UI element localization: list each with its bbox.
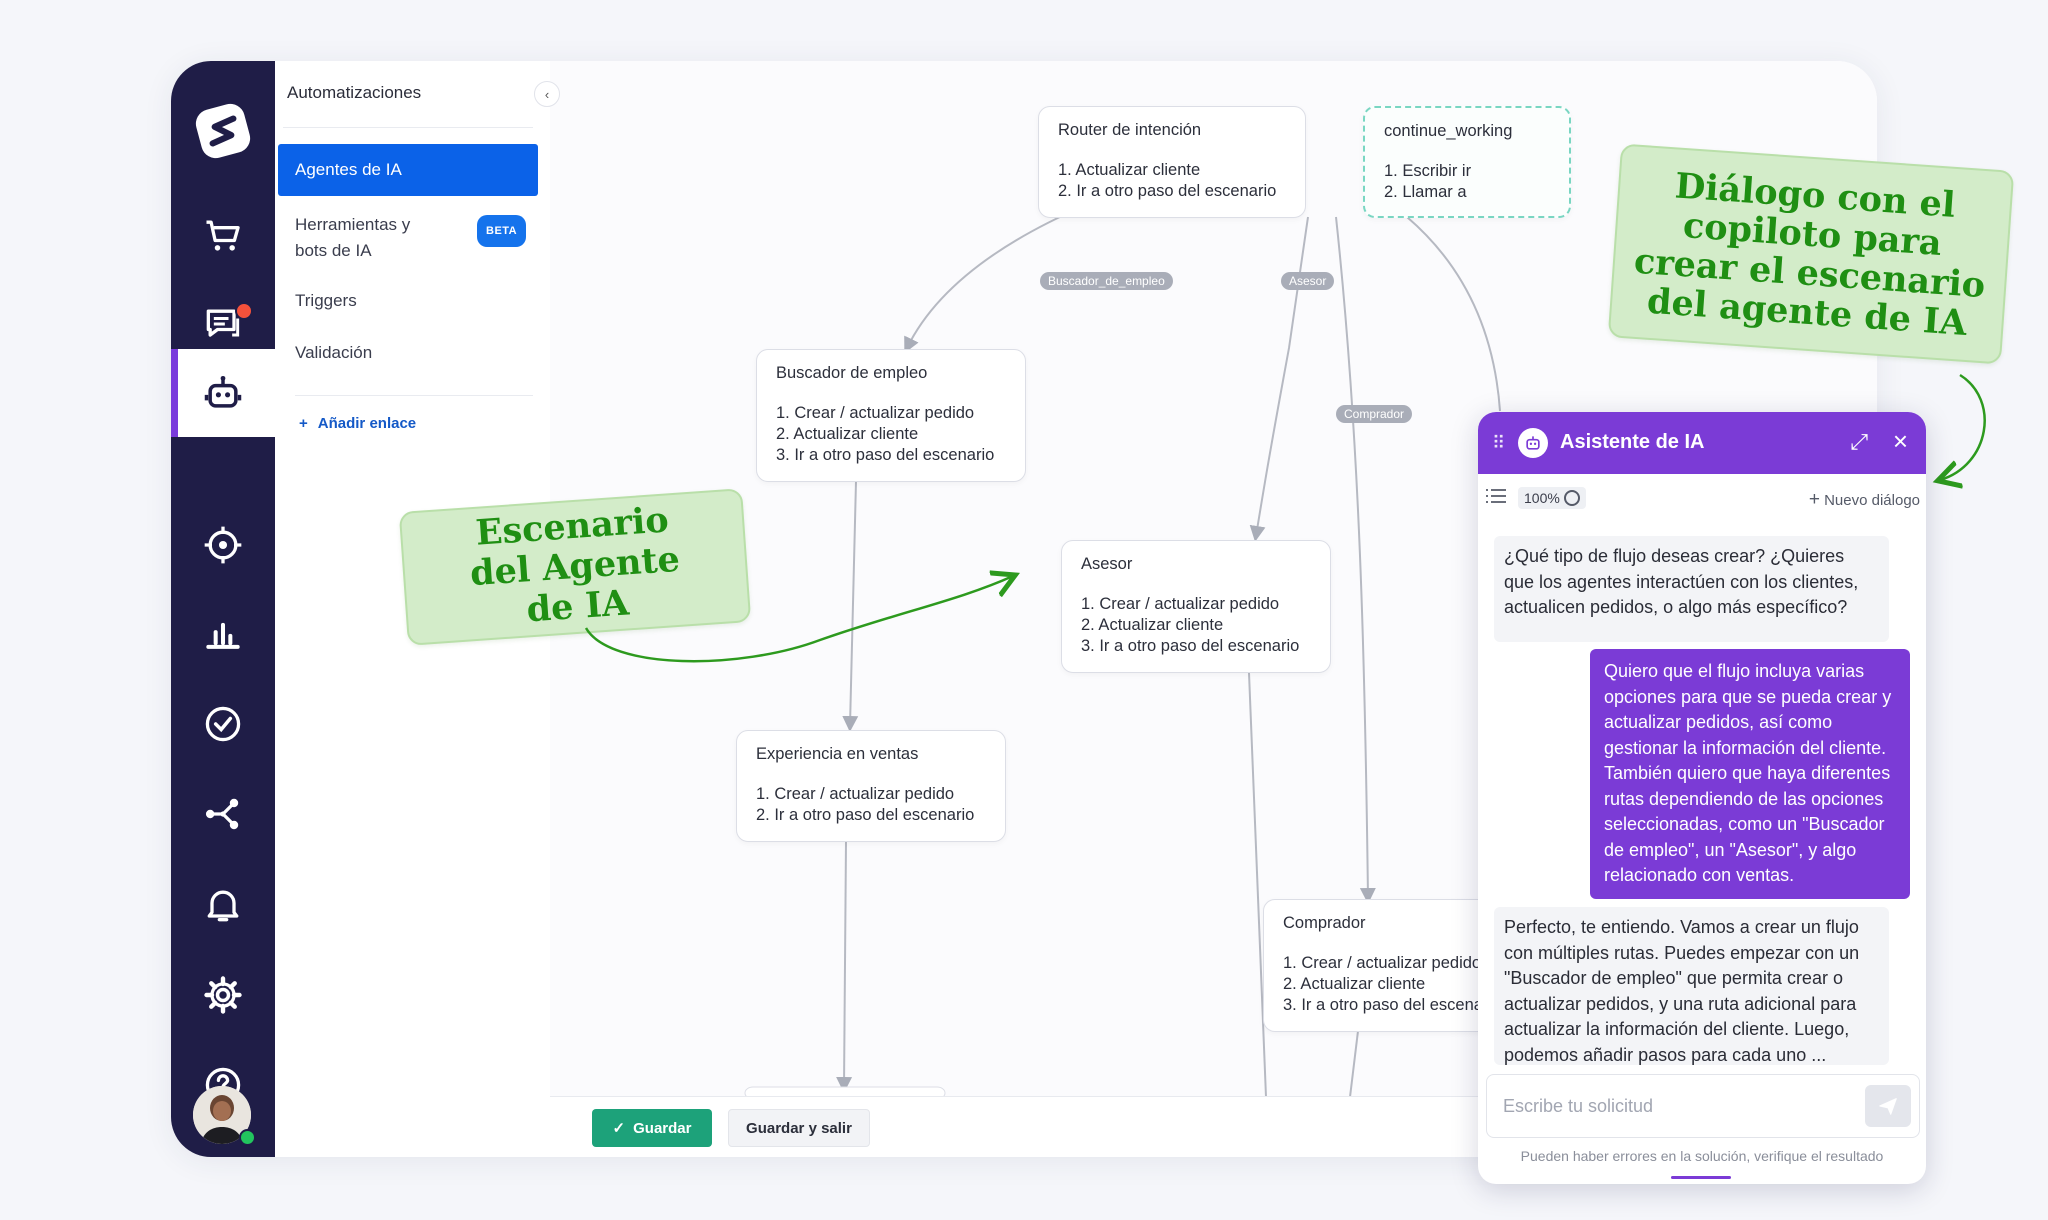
save-exit-button[interactable]: Guardar y salir bbox=[728, 1109, 870, 1147]
new-dialog-label: Nuevo diálogo bbox=[1824, 492, 1920, 509]
gear-icon[interactable] bbox=[171, 957, 275, 1033]
note-text: Diálogo con el copiloto para crear el es… bbox=[1632, 165, 1987, 344]
robot-icon[interactable] bbox=[171, 349, 275, 437]
target-icon[interactable] bbox=[171, 507, 275, 583]
edge-router-right bbox=[1406, 216, 1501, 412]
sidebar-item-validation[interactable]: Validación bbox=[278, 340, 538, 366]
node-title: Router de intención bbox=[1058, 121, 1202, 139]
chart-icon[interactable] bbox=[171, 596, 275, 672]
send-button[interactable] bbox=[1865, 1085, 1911, 1127]
chat-message-user: Quiero que el flujo incluya varias opcio… bbox=[1590, 649, 1910, 899]
assistant-header: ⠿ Asistente de IA ⤢ × bbox=[1478, 412, 1926, 474]
close-icon[interactable]: × bbox=[1893, 426, 1908, 457]
node-title: continue_working bbox=[1384, 122, 1513, 140]
chat-message-bot: ¿Qué tipo de flujo deseas crear? ¿Quiere… bbox=[1494, 536, 1889, 642]
edge-buscador-experiencia bbox=[842, 480, 859, 732]
robot-icon bbox=[1518, 428, 1548, 458]
node-step: 1. Escribir ir bbox=[1384, 162, 1472, 180]
circle-icon bbox=[1563, 490, 1580, 506]
node-router[interactable]: Router de intención 1. Actualizar client… bbox=[1038, 106, 1306, 218]
sidebar-item-ai-agents[interactable]: Agentes de IA bbox=[278, 144, 538, 196]
logo-icon[interactable] bbox=[171, 89, 275, 173]
save-label: Guardar bbox=[633, 1119, 692, 1137]
node-buscador[interactable]: Buscador de empleo 1. Crear / actualizar… bbox=[756, 349, 1026, 482]
message-text: Quiero que el flujo incluya varias opcio… bbox=[1604, 661, 1892, 885]
check-icon: ✓ bbox=[612, 1120, 626, 1137]
assistant-title: Asistente de IA bbox=[1560, 431, 1705, 453]
divider bbox=[295, 395, 533, 396]
plus-icon: + bbox=[299, 415, 308, 432]
scroll-indicator bbox=[1671, 1176, 1731, 1179]
node-asesor[interactable]: Asesor 1. Crear / actualizar pedido 2. A… bbox=[1061, 540, 1331, 673]
node-step: 1. Crear / actualizar pedido bbox=[776, 404, 975, 422]
list-icon[interactable] bbox=[1486, 488, 1506, 504]
note-text: Escenario del Agente de IA bbox=[468, 499, 682, 631]
node-step: 2. Actualizar cliente bbox=[1081, 616, 1224, 634]
share-icon[interactable] bbox=[171, 776, 275, 852]
annotation-note-copilot: Diálogo con el copiloto para crear el es… bbox=[1607, 143, 2015, 365]
arrow-copilot bbox=[1940, 373, 1986, 480]
node-title: Experiencia en ventas bbox=[756, 745, 919, 763]
node-step: 1. Crear / actualizar pedido bbox=[1081, 595, 1280, 613]
notification-dot bbox=[235, 302, 253, 320]
add-link-label: Añadir enlace bbox=[317, 415, 417, 432]
edge-router-comprador bbox=[1335, 216, 1376, 904]
node-step: 3. Ir a otro paso del escenario bbox=[1081, 637, 1300, 655]
ai-assistant-panel: ⠿ Asistente de IA ⤢ × 100% + Nuevo diálo… bbox=[1478, 412, 1926, 1184]
sidebar-item-label: Herramientas y bots de IA bbox=[295, 215, 411, 260]
new-dialog-button[interactable]: + Nuevo diálogo bbox=[1809, 489, 1920, 511]
sidebar-item-label: Agentes de IA bbox=[295, 160, 402, 179]
edge-label-asesor: Asesor bbox=[1281, 272, 1335, 290]
annotation-note-scenario: Escenario del Agente de IA bbox=[398, 488, 752, 646]
node-experiencia[interactable]: Experiencia en ventas 1. Crear / actuali… bbox=[736, 730, 1006, 842]
node-step: 1. Actualizar cliente bbox=[1058, 161, 1201, 179]
node-step: 2. Ir a otro paso del escenario bbox=[1058, 182, 1277, 200]
expand-icon[interactable]: ⤢ bbox=[1850, 429, 1868, 455]
node-title: Asesor bbox=[1081, 555, 1133, 573]
beta-badge: BETA bbox=[477, 215, 527, 247]
edge-label-comprador: Comprador bbox=[1336, 405, 1413, 423]
node-step: 3. Ir a otro paso del escenario bbox=[776, 446, 995, 464]
node-step: 2. Actualizar cliente bbox=[776, 425, 919, 443]
sidebar-item-label: Validación bbox=[295, 343, 373, 362]
plus-icon: + bbox=[1808, 489, 1820, 510]
chevron-left-icon: ‹ bbox=[544, 86, 550, 102]
icon-rail bbox=[171, 61, 275, 1157]
edge-label-buscador: Buscador_de_empleo bbox=[1040, 272, 1173, 290]
sidebar-item-triggers[interactable]: Triggers bbox=[278, 288, 538, 314]
edge-experiencia-next bbox=[836, 840, 853, 1093]
divider bbox=[283, 127, 533, 128]
message-text: Perfecto, te entiendo. Vamos a crear un … bbox=[1504, 917, 1860, 1065]
disclaimer-text: Pueden haber errores en la solución, ver… bbox=[1520, 1148, 1884, 1164]
zoom-value: 100% bbox=[1524, 490, 1560, 506]
sidebar-item-ai-tools[interactable]: Herramientas y bots de IA BETA bbox=[278, 212, 533, 264]
drag-handle-icon[interactable]: ⠿ bbox=[1492, 433, 1505, 454]
assistant-toolbar: 100% + Nuevo diálogo bbox=[1478, 474, 1926, 522]
zoom-indicator[interactable]: 100% bbox=[1518, 487, 1586, 509]
edge-asesor-down bbox=[1248, 672, 1267, 1098]
node-title: Buscador de empleo bbox=[776, 364, 928, 382]
check-circle-icon[interactable] bbox=[171, 686, 275, 762]
save-exit-label: Guardar y salir bbox=[746, 1119, 852, 1137]
chat-message-bot: Perfecto, te entiendo. Vamos a crear un … bbox=[1494, 907, 1889, 1065]
node-step: 1. Crear / actualizar pedido bbox=[756, 785, 955, 803]
subnav-title: Automatizaciones bbox=[287, 83, 422, 102]
sidebar-item-label: Triggers bbox=[295, 291, 357, 310]
add-link-button[interactable]: + Añadir enlace bbox=[299, 415, 416, 432]
send-icon bbox=[1879, 1098, 1897, 1115]
chat-input-box bbox=[1486, 1074, 1920, 1138]
edge-router-asesor bbox=[1249, 216, 1309, 542]
node-step: 2. Ir a otro paso del escenario bbox=[756, 806, 975, 824]
edge-comprador-down bbox=[1349, 1030, 1359, 1098]
message-text: ¿Qué tipo de flujo deseas crear? ¿Quiere… bbox=[1504, 546, 1859, 617]
cart-icon[interactable] bbox=[171, 197, 275, 273]
online-status-dot bbox=[239, 1129, 256, 1146]
node-step: 2. Llamar a bbox=[1384, 183, 1467, 201]
collapse-sidebar-button[interactable]: ‹ bbox=[534, 81, 560, 107]
node-continue-working[interactable]: continue_working 1. Escribir ir 2. Llama… bbox=[1363, 106, 1571, 218]
bell-icon[interactable] bbox=[171, 867, 275, 943]
save-button[interactable]: ✓ Guardar bbox=[592, 1109, 712, 1147]
chat-input[interactable] bbox=[1501, 1075, 1845, 1137]
